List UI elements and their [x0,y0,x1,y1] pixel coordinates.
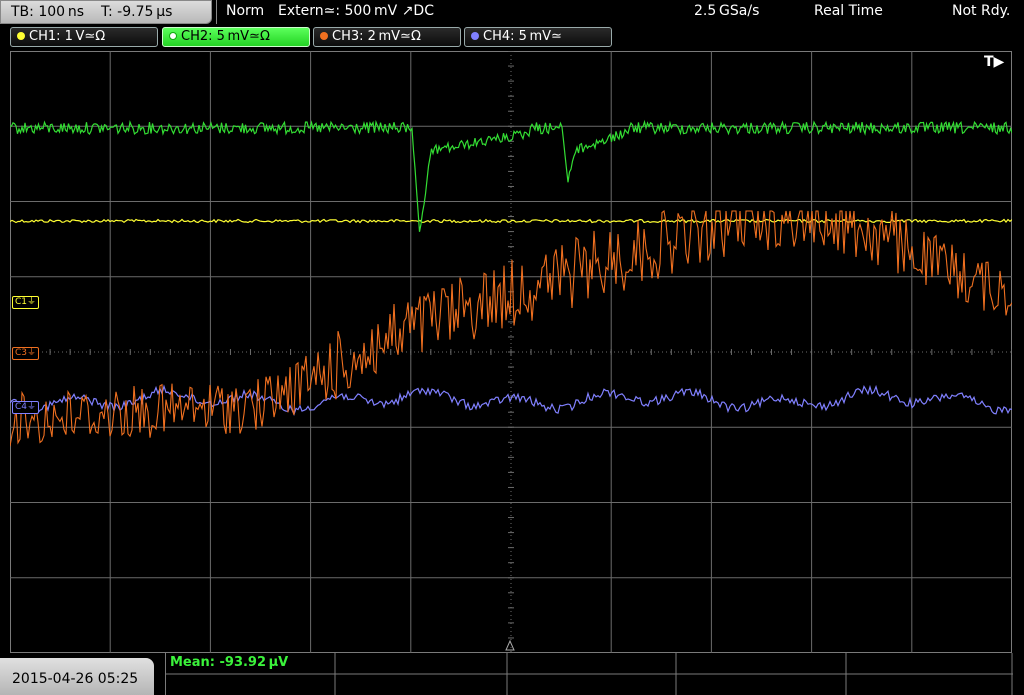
tab-ch3[interactable]: CH3: 2 mV≃Ω [313,27,461,47]
trigger-source[interactable]: Extern≃: 500 mV ↗DC [278,3,434,19]
tab-ch2[interactable]: CH2: 5 mV≃Ω [162,27,310,47]
waveform-canvas [10,51,1012,653]
ch3-label: CH3: 2 mV≃Ω [332,29,421,44]
tab-ch1[interactable]: CH1: 1 V≃Ω [10,27,158,47]
trigger-mode[interactable]: Norm [226,3,264,19]
timebase-readout: TB: 100 ns [11,4,85,20]
measurement-grid [166,653,1013,695]
trigger-time-readout: T: -9.75 µs [101,4,173,20]
ch3-marker[interactable]: C3⏚ [12,347,40,360]
mean-measurement: Mean: -93.92 µV [170,655,289,670]
datetime-box: 2015-04-26 05:25 [0,658,154,695]
channel-tabs: CH1: 1 V≃Ω CH2: 5 mV≃Ω CH3: 2 mV≃Ω CH4: … [0,27,1024,49]
ch1-marker[interactable]: C1⏚ [12,296,40,309]
ch2-dot-icon [169,32,177,40]
status-bar: TB: 100 ns T: -9.75 µs Norm Extern≃: 500… [0,0,1024,26]
ch4-dot-icon [471,32,479,40]
graticule [10,51,1012,653]
measurement-panel[interactable]: Mean: -93.92 µV [165,653,1013,695]
ch1-label: CH1: 1 V≃Ω [29,29,106,44]
divider [216,0,217,24]
trigger-position-icon [505,639,515,651]
trigger-indicator-icon: T▶ [984,54,1005,70]
ch1-dot-icon [17,32,25,40]
acquisition-mode: Real Time [814,3,883,19]
ch4-trace [10,384,1012,416]
ch4-marker[interactable]: C4⏚ [12,401,40,414]
ch2-label: CH2: 5 mV≃Ω [181,29,270,44]
ch3-dot-icon [320,32,328,40]
ch4-label: CH4: 5 mV≃ [483,29,562,44]
timebase-box[interactable]: TB: 100 ns T: -9.75 µs [0,0,212,24]
tab-ch4[interactable]: CH4: 5 mV≃ [464,27,612,47]
acquisition-status: Not Rdy. [952,3,1011,19]
sample-rate: 2.5 GSa/s [694,3,760,19]
